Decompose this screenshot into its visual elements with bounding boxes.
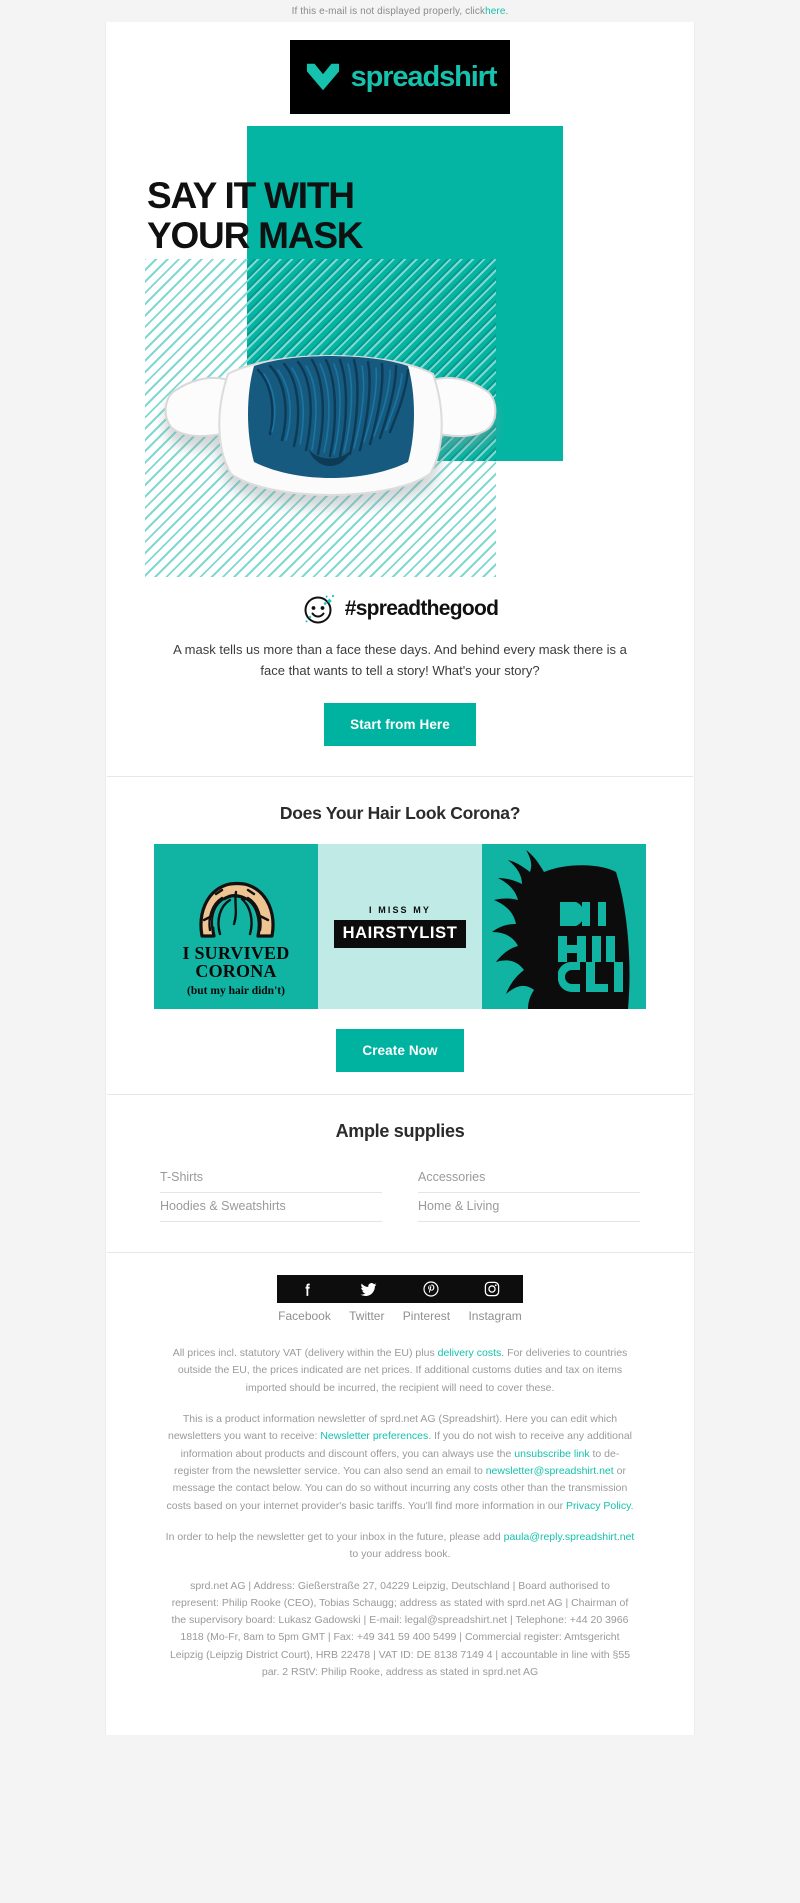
legal-p1-a: All prices incl. statutory VAT (delivery… — [172, 1347, 438, 1360]
preheader-text-after: . — [505, 5, 509, 17]
legal-text: All prices incl. statutory VAT (delivery… — [165, 1345, 635, 1681]
delivery-costs-link[interactable]: delivery costs — [438, 1347, 502, 1359]
start-from-here-button[interactable]: Start from Here — [324, 703, 476, 747]
hashtag-label: #spreadthegood — [344, 597, 499, 620]
supply-link-accessories[interactable]: Accessories — [418, 1164, 640, 1194]
hair-section-title: Does Your Hair Look Corona? — [279, 803, 521, 824]
product-tiles: I SURVIVED CORONA (but my hair didn't) I… — [154, 844, 646, 1010]
supply-link-home-living[interactable]: Home & Living — [418, 1193, 640, 1223]
privacy-policy-link[interactable]: Privacy Policy — [566, 1500, 631, 1512]
intro-copy: A mask tells us more than a face these d… — [173, 642, 627, 679]
social-label-pinterest[interactable]: Pinterest — [403, 1309, 450, 1323]
hero-title-line1: SAY IT WITH — [147, 175, 355, 216]
tile2-line1: I MISS MY — [369, 905, 431, 916]
social-icon-bar — [277, 1275, 523, 1304]
footer: Facebook Twitter Pinterest Instagram All… — [106, 1253, 694, 1736]
social-label-facebook[interactable]: Facebook — [278, 1309, 331, 1323]
preheader: If this e-mail is not displayed properly… — [0, 0, 800, 22]
pinterest-icon[interactable] — [422, 1280, 440, 1298]
hero-banner: SAY IT WITH YOUR MASK — [106, 114, 694, 584]
logo-header: spreadshirt — [106, 22, 694, 114]
email-page: If this e-mail is not displayed properly… — [0, 0, 800, 1903]
facebook-icon[interactable] — [299, 1281, 316, 1298]
unsubscribe-link[interactable]: unsubscribe link — [514, 1448, 589, 1460]
hero-title: SAY IT WITH YOUR MASK — [147, 176, 567, 255]
legal-paragraph-company: sprd.net AG | Address: Gießerstraße 27, … — [169, 1579, 631, 1679]
legal-paragraph-newsletter: This is a product information newsletter… — [165, 1411, 635, 1515]
legal-p2-e: . — [630, 1499, 634, 1512]
hair-section-cta-wrap: Create Now — [106, 1009, 694, 1095]
legal-p3-a: In order to help the newsletter get to y… — [165, 1530, 504, 1543]
legal-paragraph-inbox: In order to help the newsletter get to y… — [165, 1529, 635, 1564]
hero-title-line2: YOUR MASK — [147, 214, 364, 256]
tile2-line2: HAIRSTYLIST — [333, 920, 467, 949]
legal-paragraph-prices: All prices incl. statutory VAT (delivery… — [165, 1345, 635, 1397]
preheader-text-before: If this e-mail is not displayed properly… — [291, 5, 486, 17]
brand-logo[interactable]: spreadshirt — [290, 40, 510, 114]
tile1-line2: CORONA — [195, 961, 277, 982]
hashtag-row: #spreadthegood — [106, 592, 694, 626]
email-body: spreadshirt SAY IT WITH YOUR MASK #sprea… — [105, 22, 695, 1736]
spiky-hair-silhouette-icon — [482, 844, 646, 1010]
reply-email-link[interactable]: paula@reply.spreadshirt.net — [504, 1531, 635, 1543]
supply-link-tshirts[interactable]: T-Shirts — [160, 1164, 382, 1194]
brand-name: spreadshirt — [350, 60, 498, 93]
social-labels: Facebook Twitter Pinterest Instagram — [269, 1309, 531, 1323]
legal-p3-b: to your address book. — [349, 1548, 451, 1561]
twitter-icon[interactable] — [359, 1280, 378, 1299]
product-tile-i-survived-corona[interactable]: I SURVIVED CORONA (but my hair didn't) — [154, 844, 318, 1010]
newsletter-preferences-link[interactable]: Newsletter preferences — [320, 1430, 428, 1442]
product-tile-i-miss-my-hairstylist[interactable]: I MISS MY HAIRSTYLIST — [318, 844, 482, 1010]
hair-section: Does Your Hair Look Corona? I SURVIVED C… — [106, 777, 694, 1095]
social-label-twitter[interactable]: Twitter — [349, 1309, 384, 1323]
supplies-title: Ample supplies — [335, 1121, 465, 1142]
intro-section: #spreadthegood A mask tells us more than… — [106, 584, 694, 777]
instagram-icon[interactable] — [483, 1280, 501, 1298]
product-tile-bad-hair-club[interactable] — [482, 844, 646, 1010]
supplies-links: T-Shirts Accessories Hoodies & Sweatshir… — [160, 1164, 640, 1223]
hair-arch-illustration-icon — [188, 876, 284, 938]
social-label-instagram[interactable]: Instagram — [468, 1309, 521, 1323]
newsletter-email-link[interactable]: newsletter@spreadshirt.net — [486, 1465, 614, 1477]
supplies-section: Ample supplies T-Shirts Accessories Hood… — [106, 1095, 694, 1253]
face-mask-image — [158, 322, 503, 522]
create-now-button[interactable]: Create Now — [336, 1029, 464, 1073]
heart-logo-icon — [304, 60, 342, 94]
preheader-here-link[interactable]: here — [485, 6, 505, 17]
smiley-wink-icon — [302, 592, 336, 626]
supply-link-hoodies[interactable]: Hoodies & Sweatshirts — [160, 1193, 382, 1223]
tile1-line1: I SURVIVED — [182, 942, 290, 963]
tile1-line3: (but my hair didn't) — [187, 985, 285, 998]
